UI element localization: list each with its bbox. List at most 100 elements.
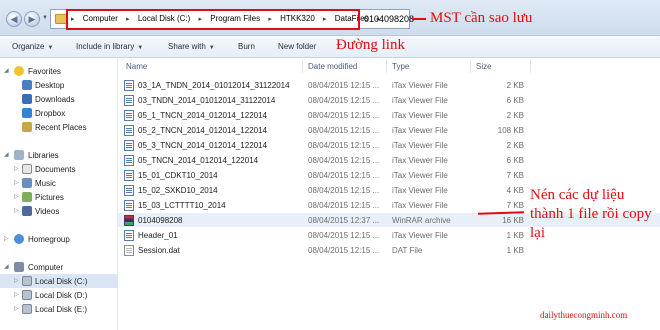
chevron-down-icon: ▼ [47, 45, 54, 51]
crumb-mst-folder[interactable]: 0104098208 [364, 14, 414, 24]
itax-file-icon [124, 155, 134, 166]
file-size: 2 KB [506, 81, 524, 90]
sidebar-label: Local Disk (E:) [35, 305, 88, 314]
column-header-name[interactable]: Name [126, 58, 147, 74]
file-type: iTax Viewer File [392, 141, 448, 150]
include-label: Include in library [76, 42, 135, 51]
collapse-arrow-icon[interactable]: ◢ [4, 151, 9, 158]
column-divider[interactable] [470, 60, 471, 73]
sidebar-item-music[interactable]: ▷ Music [0, 176, 118, 190]
file-name: 05_1_TNCN_2014_012014_122014 [138, 111, 267, 120]
sidebar-item-documents[interactable]: ▷ Documents [0, 162, 118, 176]
file-date: 08/04/2015 12:15 ... [308, 111, 380, 120]
expand-arrow-icon[interactable]: ▷ [14, 193, 19, 200]
expand-arrow-icon[interactable]: ▷ [4, 235, 9, 242]
itax-file-icon [124, 125, 134, 136]
file-size: 6 KB [506, 156, 524, 165]
expand-arrow-icon[interactable]: ▷ [14, 165, 19, 172]
file-size: 16 KB [502, 216, 524, 225]
sidebar-item-pictures[interactable]: ▷ Pictures [0, 190, 118, 204]
sidebar-label: Dropbox [35, 109, 66, 118]
sidebar-label: Videos [35, 207, 60, 216]
file-size: 7 KB [506, 171, 524, 180]
homegroup-icon [14, 234, 24, 244]
file-name: 03_TNDN_2014_01012014_31122014 [138, 96, 276, 105]
file-row[interactable]: 05_3_TNCN_2014_012014_122014 08/04/2015 … [118, 138, 660, 152]
file-type: iTax Viewer File [392, 186, 448, 195]
sidebar-item-videos[interactable]: ▷ Videos [0, 204, 118, 218]
column-divider[interactable] [530, 60, 531, 73]
organize-label: Organize [12, 42, 45, 51]
column-header-size[interactable]: Size [476, 58, 492, 74]
expand-arrow-icon[interactable]: ▷ [14, 207, 19, 214]
file-size: 1 KB [506, 231, 524, 240]
star-icon [14, 66, 24, 76]
itax-file-icon [124, 140, 134, 151]
expand-arrow-icon[interactable]: ▷ [14, 305, 19, 312]
column-divider[interactable] [386, 60, 387, 73]
itax-file-icon [124, 170, 134, 181]
file-row[interactable]: 05_TNCN_2014_012014_122014 08/04/2015 12… [118, 153, 660, 167]
annotation-link: Đường link [336, 37, 405, 53]
sidebar-label: Favorites [28, 67, 61, 76]
music-icon [22, 178, 32, 188]
new-folder-button[interactable]: New folder [278, 42, 316, 51]
command-bar: Organize ▼ Include in library ▼ Share with… [0, 36, 660, 58]
column-divider[interactable] [302, 60, 303, 73]
sidebar-label: Music [35, 179, 56, 188]
collapse-arrow-icon[interactable]: ◢ [4, 263, 9, 270]
file-row[interactable]: 05_2_TNCN_2014_012014_122014 08/04/2015 … [118, 123, 660, 137]
forward-button[interactable]: ▶ [24, 11, 40, 27]
dat-file-icon [124, 245, 134, 256]
sidebar-item-desktop[interactable]: Desktop [0, 78, 118, 92]
file-size: 6 KB [506, 96, 524, 105]
sidebar-libraries[interactable]: ◢ Libraries [0, 148, 118, 162]
share-with-menu[interactable]: Share with ▼ [168, 42, 215, 51]
file-size: 108 KB [497, 126, 524, 135]
file-row[interactable]: 03_1A_TNDN_2014_01012014_31122014 08/04/… [118, 78, 660, 92]
file-date: 08/04/2015 12:15 ... [308, 156, 380, 165]
sidebar-item-recent-places[interactable]: Recent Places [0, 120, 118, 134]
expand-arrow-icon[interactable]: ▷ [14, 179, 19, 186]
watermark: dailythuecongminh.com [540, 310, 628, 320]
burn-button[interactable]: Burn [238, 42, 255, 51]
file-row[interactable]: Session.dat 08/04/2015 12:15 ... DAT Fil… [118, 243, 660, 257]
file-type: iTax Viewer File [392, 81, 448, 90]
file-name: 05_3_TNCN_2014_012014_122014 [138, 141, 267, 150]
itax-file-icon [124, 95, 134, 106]
file-type: iTax Viewer File [392, 231, 448, 240]
file-date: 08/04/2015 12:15 ... [308, 141, 380, 150]
navigation-pane: ◢ Favorites Desktop Downloads Dropbox Re… [0, 58, 118, 330]
annotation-compress: Nén các dự liệu thành 1 file rồi copy lạ… [530, 187, 652, 241]
file-type: iTax Viewer File [392, 156, 448, 165]
column-header-type[interactable]: Type [392, 58, 409, 74]
file-type: iTax Viewer File [392, 201, 448, 210]
back-button[interactable]: ◀ [6, 11, 22, 27]
recent-pages-dropdown[interactable]: ▼ [42, 15, 48, 21]
sidebar-item-downloads[interactable]: Downloads [0, 92, 118, 106]
sidebar-item-disk-d[interactable]: ▷ Local Disk (D:) [0, 288, 118, 302]
sidebar-item-disk-c[interactable]: ▷ Local Disk (C:) [0, 274, 118, 288]
file-row[interactable]: 03_TNDN_2014_01012014_31122014 08/04/201… [118, 93, 660, 107]
file-row[interactable]: 15_01_CDKT10_2014 08/04/2015 12:15 ... i… [118, 168, 660, 182]
sidebar-computer[interactable]: ◢ Computer [0, 260, 118, 274]
itax-file-icon [124, 200, 134, 211]
column-header-date[interactable]: Date modified [308, 58, 357, 74]
expand-arrow-icon[interactable]: ▷ [14, 291, 19, 298]
file-name: 05_TNCN_2014_012014_122014 [138, 156, 259, 165]
winrar-archive-icon [124, 215, 134, 226]
file-type: DAT File [392, 246, 423, 255]
sidebar-homegroup[interactable]: ▷ Homegroup [0, 232, 118, 246]
organize-menu[interactable]: Organize ▼ [12, 42, 53, 51]
file-row[interactable]: 05_1_TNCN_2014_012014_122014 08/04/2015 … [118, 108, 660, 122]
file-date: 08/04/2015 12:15 ... [308, 171, 380, 180]
sidebar-item-dropbox[interactable]: Dropbox [0, 106, 118, 120]
sidebar-favorites[interactable]: ◢ Favorites [0, 64, 118, 78]
sidebar-item-disk-e[interactable]: ▷ Local Disk (E:) [0, 302, 118, 316]
file-name: Header_01 [138, 231, 178, 240]
include-in-library-menu[interactable]: Include in library ▼ [76, 42, 143, 51]
expand-arrow-icon[interactable]: ▷ [14, 277, 19, 284]
collapse-arrow-icon[interactable]: ◢ [4, 67, 9, 74]
downloads-icon [22, 94, 32, 104]
address-bar-row: ◀ ▶ ▼ ▸ Computer ▸ Local Disk (C:) ▸ Pro… [0, 0, 660, 36]
